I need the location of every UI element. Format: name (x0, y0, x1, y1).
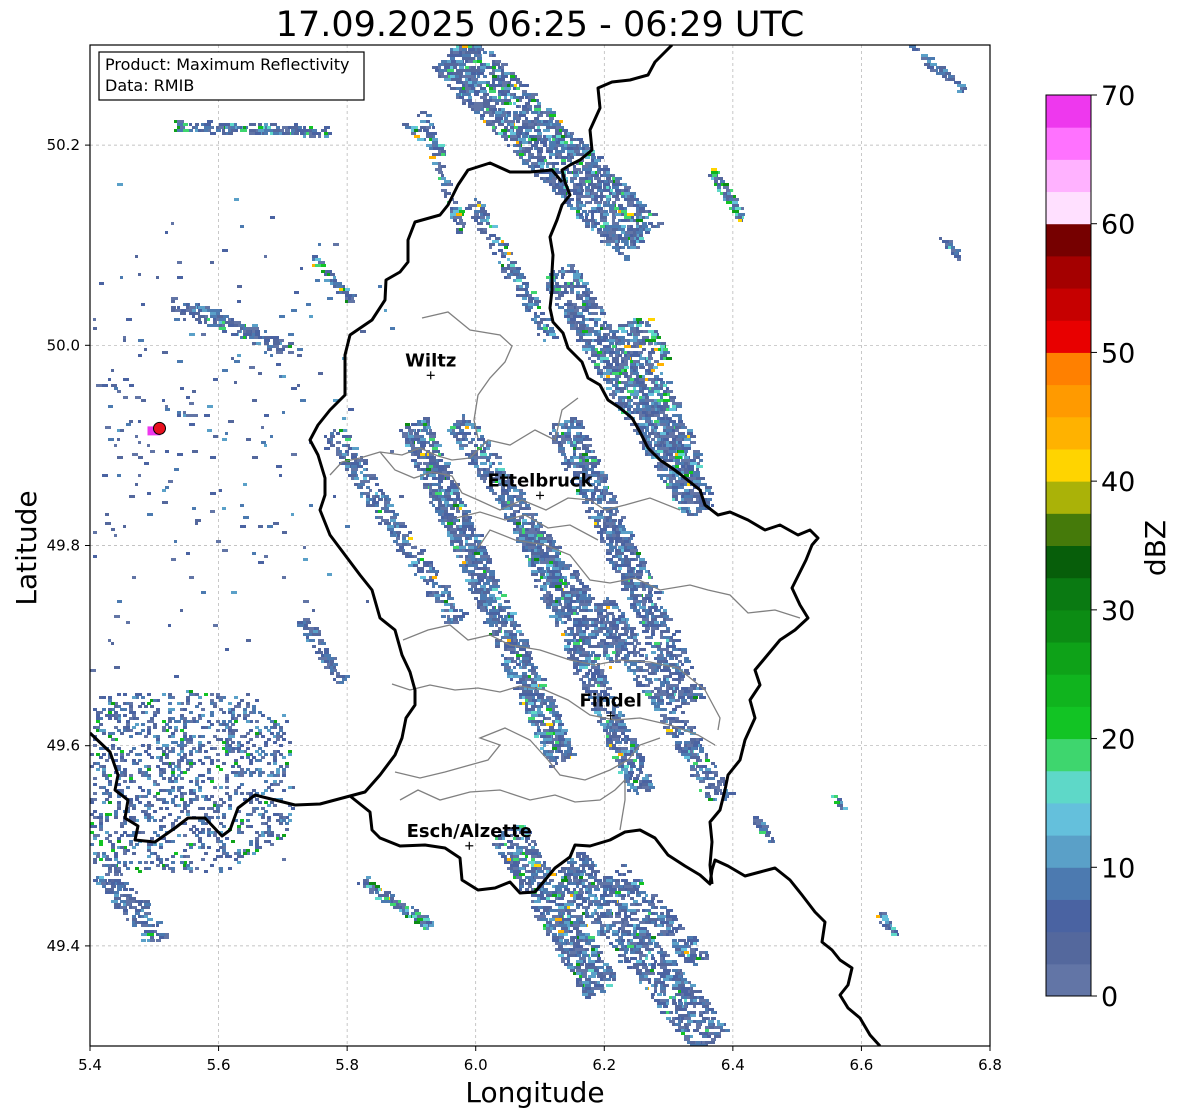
colorbar-segment (1046, 738, 1091, 772)
city-label: Wiltz (405, 350, 456, 371)
colorbar-segment (1046, 545, 1091, 579)
radar-site-dot (153, 421, 166, 435)
colorbar-segment (1046, 255, 1091, 289)
colorbar-segment (1046, 835, 1091, 868)
colorbar-tick-label: 60 (1101, 210, 1135, 241)
colorbar-segment (1046, 899, 1091, 933)
colorbar-segment (1046, 513, 1091, 546)
colorbar-segment (1046, 288, 1091, 321)
y-tick-label: 50.2 (47, 136, 80, 154)
x-tick-label: 6.6 (849, 1056, 873, 1074)
colorbar-segment (1046, 642, 1091, 675)
city-label: Findel (579, 691, 642, 712)
colorbar-tick-label: 0 (1101, 982, 1118, 1013)
x-tick-label: 6.0 (464, 1056, 488, 1074)
colorbar-segment (1046, 706, 1091, 740)
colorbar-segment (1046, 95, 1091, 128)
colorbar-tick-label: 20 (1101, 725, 1135, 756)
colorbar-tick-label: 70 (1101, 81, 1135, 112)
y-axis-ticks: 49.4 49.6 49.8 50.0 50.2 (47, 136, 90, 955)
x-axis-label: Longitude (465, 1076, 604, 1109)
colorbar-segment (1046, 481, 1091, 514)
y-axis-label: Latitude (10, 490, 43, 605)
y-tick-label: 49.4 (47, 937, 80, 955)
colorbar-segment (1046, 577, 1091, 611)
x-tick-label: 5.6 (207, 1056, 231, 1074)
colorbar-segment (1046, 159, 1091, 193)
info-box: Product: Maximum Reflectivity Data: RMIB (98, 51, 365, 101)
y-tick-label: 49.6 (47, 737, 80, 755)
colorbar-segment (1046, 320, 1091, 353)
colorbar-tick-label: 40 (1101, 467, 1135, 498)
colorbar-tick-label: 30 (1101, 596, 1135, 627)
colorbar-tick-label: 50 (1101, 338, 1135, 369)
x-tick-label: 5.8 (335, 1056, 359, 1074)
y-tick-label: 49.8 (47, 537, 80, 555)
city-label: Esch/Alzette (407, 821, 532, 842)
city-label: Ettelbruck (487, 470, 593, 491)
x-axis-ticks: 5.4 5.6 5.8 6.0 6.2 6.4 6.6 6.8 (78, 1046, 1002, 1074)
colorbar-segment (1046, 674, 1091, 707)
colorbar-segment (1046, 352, 1091, 386)
colorbar-segment (1046, 770, 1091, 804)
y-tick-label: 50.0 (47, 336, 80, 354)
colorbar-segment (1046, 802, 1091, 836)
colorbar-segment (1046, 609, 1091, 643)
colorbar-segment (1046, 448, 1091, 482)
colorbar-segment (1046, 931, 1091, 965)
colorbar-segment (1046, 963, 1091, 997)
x-tick-label: 5.4 (78, 1056, 102, 1074)
colorbar-segment (1046, 223, 1091, 257)
colorbar-segment (1046, 416, 1091, 450)
colorbar-segment (1046, 127, 1091, 160)
radar-map-figure: Wiltz Ettelbruck Findel Esch/Alzette 5.4 5.6… (10, 44, 1172, 1109)
x-tick-label: 6.8 (978, 1056, 1002, 1074)
info-data-source: Data: RMIB (105, 76, 194, 95)
colorbar: 0 10 20 30 40 50 60 70 (1045, 81, 1135, 1013)
colorbar-label: dBZ (1139, 520, 1172, 576)
colorbar-segment (1046, 867, 1091, 900)
colorbar-segment (1046, 191, 1091, 225)
colorbar-segment (1046, 384, 1091, 418)
x-tick-label: 6.2 (592, 1056, 616, 1074)
x-tick-label: 6.4 (721, 1056, 745, 1074)
info-product: Product: Maximum Reflectivity (105, 55, 349, 74)
colorbar-tick-label: 10 (1101, 853, 1135, 884)
